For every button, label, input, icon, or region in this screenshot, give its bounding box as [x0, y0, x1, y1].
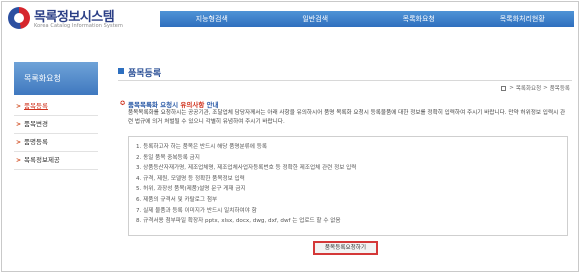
site-logo[interactable]: 목록정보시스템 Korea Catalog Information System — [8, 6, 158, 34]
nav-general-search[interactable]: 일반검색 — [264, 11, 368, 27]
notice-heading-suffix: 안내 — [206, 101, 219, 109]
sidebar: 목록화요청 > 품목등록 > 품목변경 > 품명등록 > 목록정보제공 — [14, 62, 98, 182]
nav-catalog-request[interactable]: 목록화요청 — [367, 11, 471, 27]
rules-box: 1. 등록하고자 하는 품목은 반드시 해당 품명분류에 등록 2. 동일 품목… — [128, 136, 568, 236]
request-item-registration-button[interactable]: 품목등록요청하기 — [313, 241, 378, 255]
sidebar-item-catalog-info[interactable]: > 목록정보제공 — [14, 152, 98, 170]
rules-list: 1. 등록하고자 하는 품목은 반드시 해당 품명분류에 등록 2. 동일 품목… — [129, 137, 567, 227]
rule-item: 2. 동일 품목 중복등록 금지 — [136, 154, 200, 161]
rule-item: 1. 등록하고자 하는 품목은 반드시 해당 품명분류에 등록 — [136, 144, 268, 150]
chevron-right-icon: > — [16, 103, 22, 110]
page-frame: 목록정보시스템 Korea Catalog Information System… — [1, 1, 579, 272]
sidebar-item-product-name-registration[interactable]: > 품명등록 — [14, 134, 98, 152]
breadcrumb: > 목록화요청 > 품목등록 — [501, 84, 570, 92]
sidebar-item-label: 품명등록 — [24, 138, 48, 146]
sidebar-title: 목록화요청 — [14, 62, 98, 95]
sidebar-item-item-registration[interactable]: > 품목등록 — [14, 98, 98, 116]
site-header: 목록정보시스템 Korea Catalog Information System… — [2, 2, 578, 36]
rule-item: 4. 규격, 제원, 모델명 등 정확한 품목정보 입력 — [136, 175, 245, 182]
sidebar-item-label: 목록정보제공 — [24, 156, 60, 164]
nav-catalog-status[interactable]: 목록화처리현황 — [471, 11, 575, 27]
rule-item: 8. 규격서용 첨부파일 확장자 pptx, xlsx, docx, dwg, … — [136, 218, 341, 225]
notice-heading: 품목목록화 요청시 유의사항 안내 — [128, 99, 219, 109]
sidebar-menu: > 품목등록 > 품목변경 > 품명등록 > 목록정보제공 — [14, 98, 98, 170]
rule-item: 6. 제품의 규격서 및 카탈로그 첨부 — [136, 196, 218, 203]
notice-heading-prefix: 품목목록화 요청시 — [128, 101, 179, 109]
notice-body: 품목목록화를 요청하시는 공공기관, 조달업체 담당자께서는 아래 사항을 유의… — [128, 110, 566, 125]
home-icon[interactable] — [501, 85, 507, 91]
sidebar-item-label: 품목변경 — [24, 120, 48, 128]
rule-item: 3. 상품등산자재가명, 제조업체명, 제조업체사업자등록번호 등 정확한 제조… — [136, 165, 357, 172]
notice-bullet-icon: ✪ — [120, 100, 126, 107]
sidebar-item-label: 품목등록 — [24, 102, 48, 110]
taegeuk-logo-icon — [8, 7, 30, 29]
rule-item: 7. 실제 물품과 등록 이미지가 반드시 일치하여야 함 — [136, 207, 257, 214]
notice-heading-warning: 유의사항 — [180, 101, 205, 109]
title-divider — [118, 80, 572, 81]
breadcrumb-separator: > — [509, 85, 514, 91]
top-navigation: 지능형검색 일반검색 목록화요청 목록화처리현황 — [160, 11, 574, 27]
rule-item: 5. 허위, 과장성 품목(제품)설명 문구 게재 금지 — [136, 186, 246, 193]
breadcrumb-separator: > — [543, 85, 548, 91]
chevron-right-icon: > — [16, 157, 22, 164]
chevron-right-icon: > — [16, 121, 22, 128]
nav-intelligent-search[interactable]: 지능형검색 — [160, 11, 264, 27]
page-title: 품목등록 — [128, 69, 162, 79]
logo-subtitle: Korea Catalog Information System — [34, 23, 123, 29]
chevron-right-icon: > — [16, 139, 22, 146]
sidebar-item-item-change[interactable]: > 품목변경 — [14, 116, 98, 134]
breadcrumb-item[interactable]: 목록화요청 — [516, 84, 541, 92]
title-square-icon — [118, 68, 124, 74]
breadcrumb-item: 품목등록 — [549, 86, 570, 92]
